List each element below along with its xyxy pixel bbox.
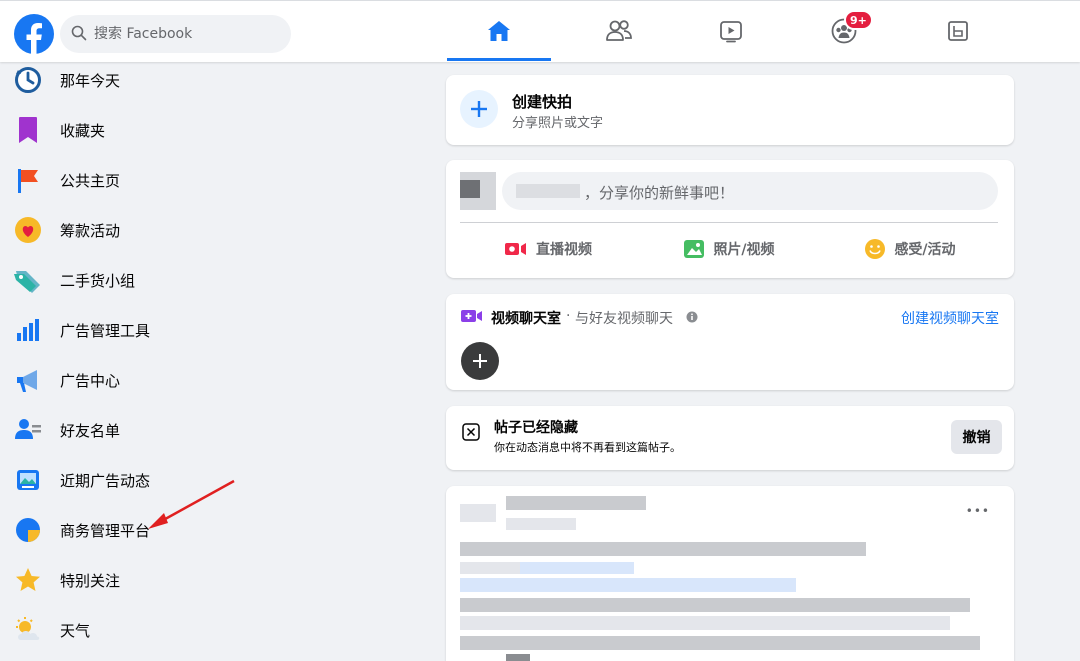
tab-friends[interactable] [567,1,671,61]
feed-post-card: ••• [446,486,1014,661]
video-icon [720,21,742,43]
photo-video-button[interactable]: 照片/视频 [641,230,817,268]
undo-button[interactable]: 撤销 [951,420,1002,454]
post-link-blurred [520,562,634,574]
weather-icon [10,612,46,648]
heart-icon [10,212,46,248]
sidebar-item-label: 那年今天 [60,71,121,90]
composer-input[interactable]: ，分享你的新鲜事吧！ [502,172,998,210]
post-time-blurred [506,518,576,530]
search-box[interactable] [60,15,291,53]
ad-activity-icon [10,462,46,498]
sidebar-item-ads-manager[interactable]: 广告管理工具 [10,306,390,354]
add-story-button[interactable] [460,90,498,128]
friends-icon [10,412,46,448]
avatar [460,504,496,522]
story-subtitle: 分享照片或文字 [512,116,604,131]
gaming-icon [948,21,968,41]
tab-home[interactable] [447,1,551,61]
photo-icon [684,240,705,258]
tab-groups[interactable]: 9+ [792,1,896,61]
sidebar-item-label: 收藏夹 [60,121,106,140]
smiley-icon [865,239,886,259]
sidebar-item-pages[interactable]: 公共主页 [10,156,390,204]
post-text-blurred [460,562,520,574]
sidebar-item-label: 近期广告动态 [60,471,151,490]
sidebar-item-weather[interactable]: 天气 [10,606,390,654]
tab-gaming[interactable] [906,1,1010,61]
divider [460,222,998,223]
post-author-blurred [506,496,646,510]
live-video-icon [505,243,526,255]
clock-icon [10,62,46,98]
feeling-activity-label: 感受/活动 [894,242,956,258]
pie-chart-icon [10,512,46,548]
create-room-button[interactable] [461,342,499,380]
live-video-button[interactable]: 直播视频 [460,230,636,268]
flag-icon [10,162,46,198]
sidebar-item-label: 公共主页 [60,171,121,190]
post-text-blurred [460,598,970,612]
sidebar-item-ad-center[interactable]: 广告中心 [10,356,390,404]
sidebar-item-buy-sell-groups[interactable]: 二手货小组 [10,256,390,304]
post-composer-card: ，分享你的新鲜事吧！ 直播视频 照片/视频 感受/活动 [446,160,1014,278]
top-navigation-bar: 9+ [0,0,1080,62]
live-video-label: 直播视频 [536,242,592,258]
notification-badge: 9+ [844,10,873,30]
rooms-subtitle: 与好友视频聊天 [575,311,673,327]
sidebar-item-label: 广告管理工具 [60,321,151,340]
user-name-blurred [516,184,580,198]
feeling-activity-button[interactable]: 感受/活动 [822,230,998,268]
search-icon [71,25,87,41]
create-room-link[interactable]: 创建视频聊天室 [901,308,999,328]
hidden-post-card: 帖子已经隐藏 你在动态消息中将不再看到这篇帖子。 撤销 [446,406,1014,470]
home-icon [488,21,510,41]
sidebar-item-favorites[interactable]: 特别关注 [10,556,390,604]
left-sidebar: 那年今天 收藏夹 公共主页 筹款活动 二手货小组 广告管理工具 广告中心 好友名… [0,62,400,661]
facebook-f-icon [26,23,42,54]
hide-icon [462,423,480,441]
more-options-icon[interactable]: ••• [966,504,990,518]
tag-icon [10,262,46,298]
sidebar-item-label: 二手货小组 [60,271,136,290]
rooms-title: 视频聊天室 [491,311,561,327]
annotation-arrow [148,479,235,529]
story-title: 创建快拍 [512,93,573,111]
post-text-blurred [506,654,530,661]
sidebar-item-friend-lists[interactable]: 好友名单 [10,406,390,454]
facebook-logo[interactable] [14,14,54,54]
avatar [460,180,480,198]
tab-watch[interactable] [679,1,783,61]
search-input[interactable] [94,15,284,53]
post-text-blurred [460,636,980,650]
post-text-blurred [460,616,950,630]
bar-chart-icon [10,312,46,348]
sidebar-item-label: 天气 [60,621,91,640]
hidden-post-subtitle: 你在动态消息中将不再看到这篇帖子。 [494,441,681,454]
sidebar-item-label: 好友名单 [60,421,121,440]
sidebar-item-saved[interactable]: 收藏夹 [10,106,390,154]
rooms-separator: · [566,308,571,324]
sidebar-item-label: 广告中心 [60,371,121,390]
sidebar-item-label: 特别关注 [60,571,121,590]
video-chat-icon [461,310,482,322]
bookmark-icon [10,112,46,148]
hidden-post-title: 帖子已经隐藏 [494,420,578,436]
sidebar-item-label: 商务管理平台 [60,521,151,540]
megaphone-icon [10,362,46,398]
post-text-blurred [460,542,866,556]
friends-icon [606,20,632,41]
create-story-card[interactable]: 创建快拍 分享照片或文字 [446,75,1014,145]
composer-placeholder: ，分享你的新鲜事吧！ [584,184,735,202]
photo-video-label: 照片/视频 [713,242,775,258]
sidebar-item-fundraisers[interactable]: 筹款活动 [10,206,390,254]
rooms-card: 视频聊天室 · 与好友视频聊天 创建视频聊天室 [446,294,1014,390]
sidebar-item-label: 筹款活动 [60,221,121,240]
info-icon[interactable] [686,311,698,323]
star-icon [10,562,46,598]
sidebar-item-memories[interactable]: 那年今天 [10,56,390,104]
plus-icon [473,354,487,368]
plus-icon [471,101,487,117]
post-link-blurred [460,578,796,592]
